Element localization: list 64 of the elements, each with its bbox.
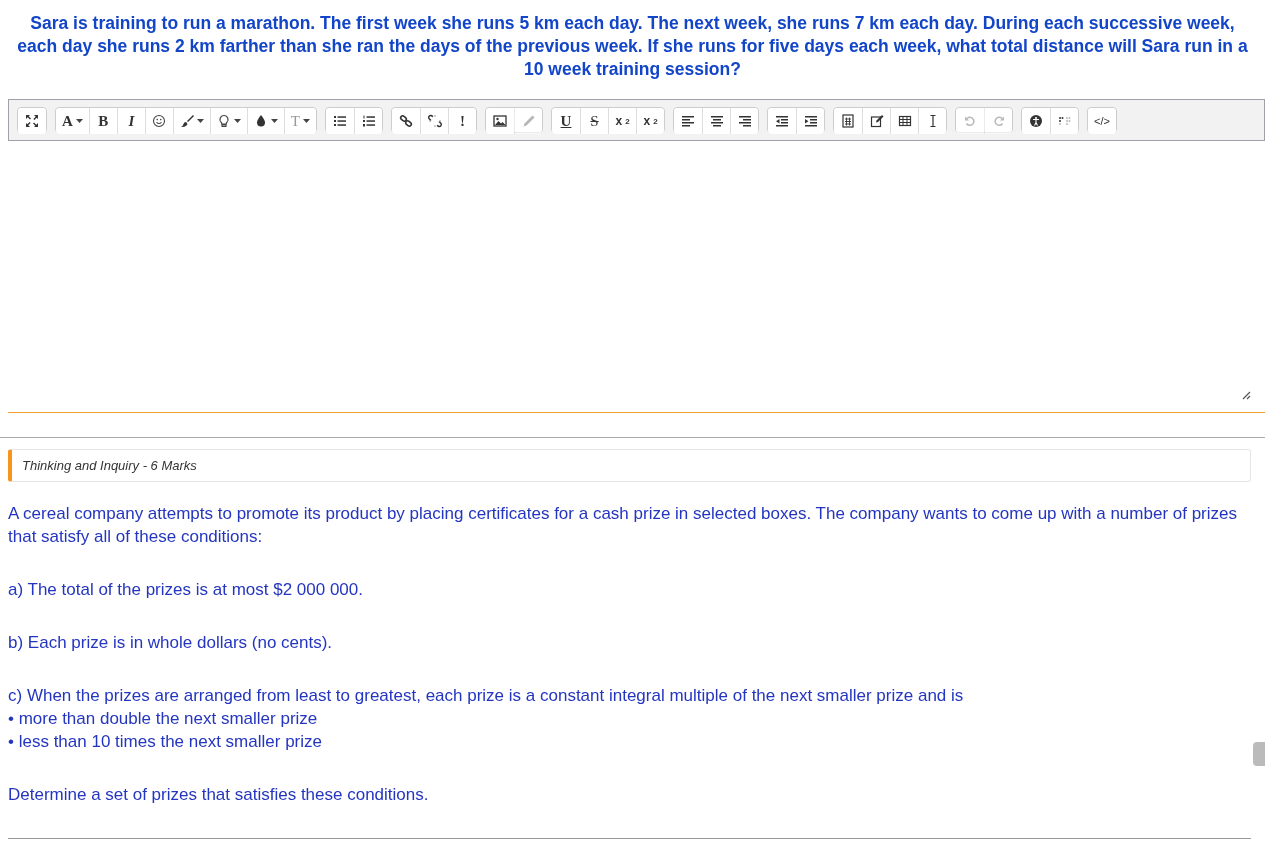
edit-icon — [869, 114, 884, 128]
section-label: Thinking and Inquiry - 6 Marks — [8, 449, 1251, 482]
caret-icon — [75, 119, 83, 123]
toolbar-button[interactable] — [1022, 108, 1050, 134]
toolbar-button[interactable] — [768, 108, 796, 134]
align-left-icon — [681, 114, 695, 128]
toolbar-button[interactable] — [890, 108, 918, 134]
toolbar-button[interactable] — [674, 108, 702, 134]
toolbar-button[interactable]: A — [56, 108, 89, 134]
superscript-button[interactable]: x $^{2}$ — [636, 108, 664, 134]
toolbar-button[interactable] — [702, 108, 730, 134]
paragraph: Determine a set of prizes that satisfies these conditions. — [8, 784, 430, 806]
toolbar-button[interactable]: </> — [1088, 108, 1116, 134]
bullet-text: • less than 10 times the next smaller prize — [8, 731, 323, 753]
caret-icon — [303, 119, 310, 123]
smiley-icon — [152, 114, 167, 128]
toolbar-button[interactable] — [172, 108, 210, 134]
bulleted-list-icon — [333, 114, 347, 128]
toolbar-button[interactable] — [354, 108, 382, 134]
toolbar-button[interactable]: B — [88, 108, 117, 134]
toolbar-button[interactable] — [796, 108, 824, 134]
bullet-text: • more than double the next smaller prize — [8, 708, 319, 730]
paragraph: A cereal company attempts to promote its product by placing certificates for a cash prize in selected boxes. The company wants to come up with a number of prizes that satisfy all of these conditions: — [8, 503, 1238, 548]
paragraph: b) Each prize is in whole dollars (no cents). — [8, 632, 334, 654]
question-text: Sara is training to run a marathon. The first week she runs 5 km each day. The next week, she runs 7 km each day. During each successive week, each day she runs 2 km farther than she ran the days of the previous week. If she runs for five days each week, what total distance will Sara run in a 10 week training session? — [16, 12, 1249, 81]
toolbar-button[interactable] — [862, 108, 890, 134]
caret-icon — [270, 119, 278, 123]
toolbar-button[interactable] — [486, 108, 514, 134]
expand-icon — [25, 114, 39, 128]
paragraph: a) The total of the prizes is at most $2 000 000. — [8, 579, 364, 601]
indent-icon — [803, 114, 818, 128]
image-icon — [493, 114, 507, 128]
braille-icon — [1057, 114, 1072, 128]
toolbar-button[interactable] — [834, 108, 862, 134]
calculator-icon — [841, 114, 855, 128]
toolbar-button[interactable] — [326, 108, 354, 134]
toolbar-button[interactable] — [18, 108, 46, 134]
caret-icon — [196, 119, 204, 123]
brush-icon — [179, 114, 194, 128]
scrollbar-thumb[interactable] — [1253, 742, 1265, 766]
outdent-icon — [775, 114, 789, 128]
accessibility-icon — [1029, 114, 1043, 128]
unlink-icon — [427, 114, 442, 128]
paragraph: c) When the prizes are arranged from least to greatest, each prize is a constant integral multiple of the next smaller prize and is — [8, 685, 965, 707]
align-center-icon — [709, 114, 724, 128]
toolbar-button[interactable] — [209, 108, 247, 134]
toolbar-button[interactable] — [730, 108, 758, 134]
resize-handle[interactable] — [1241, 390, 1251, 400]
toolbar-button[interactable] — [420, 108, 448, 134]
table-icon — [897, 114, 912, 128]
toolbar-button[interactable] — [392, 108, 420, 134]
lightbulb-icon — [216, 114, 231, 128]
toolbar-button[interactable]: I — [116, 108, 145, 134]
numbered-list-icon — [361, 114, 376, 128]
pencil-icon — [521, 114, 536, 128]
toolbar-button[interactable] — [246, 108, 284, 134]
redo-icon — [991, 114, 1006, 128]
toolbar-button[interactable]: U — [552, 108, 580, 134]
undo-icon — [963, 114, 977, 128]
toolbar-button[interactable]: ! — [448, 108, 476, 134]
align-right-icon — [737, 114, 752, 128]
caret-icon — [233, 119, 241, 123]
toolbar-button[interactable]: S — [580, 108, 608, 134]
link-icon — [399, 114, 413, 128]
